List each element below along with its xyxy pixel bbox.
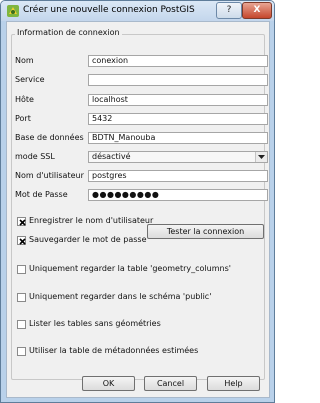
dropdown-arrow-icon[interactable] <box>255 152 267 162</box>
dialog-body: Information de connexion Nom conexion Se… <box>6 21 270 398</box>
service-label: Service <box>15 75 45 84</box>
geometry-columns-checkbox[interactable] <box>17 265 26 274</box>
ssl-mode-label: mode SSL <box>15 152 55 161</box>
password-label: Mot de Passe <box>15 190 68 199</box>
save-password-checkbox[interactable] <box>17 236 26 245</box>
ok-button[interactable]: OK <box>82 376 135 391</box>
help-button[interactable]: Help <box>207 376 260 391</box>
window-close-button[interactable]: X <box>242 2 272 19</box>
username-label: Nom d'utilisateur <box>15 171 84 180</box>
password-input[interactable]: ●●●●●●●●● <box>88 189 268 201</box>
port-label: Port <box>15 114 31 123</box>
title-bar[interactable]: Créer une nouvelle connexion PostGIS ? X <box>1 1 274 21</box>
group-title: Information de connexion <box>15 28 122 37</box>
test-connection-button[interactable]: Tester la connexion <box>147 224 264 239</box>
save-password-label: Sauvegarder le mot de passe <box>29 235 147 244</box>
nom-label: Nom <box>15 56 34 65</box>
ssl-mode-value: désactivé <box>92 152 131 161</box>
cancel-button[interactable]: Cancel <box>144 376 197 391</box>
geometry-columns-label: Uniquement regarder la table 'geometry_c… <box>29 264 231 273</box>
save-username-checkbox[interactable] <box>17 217 26 226</box>
database-label: Base de données <box>15 133 84 142</box>
hote-input[interactable]: localhost <box>88 94 268 106</box>
window-title: Créer une nouvelle connexion PostGIS <box>23 5 195 15</box>
hote-label: Hôte <box>15 95 34 104</box>
save-username-label: Enregistrer le nom d'utilisateur <box>29 216 154 225</box>
port-input[interactable]: 5432 <box>88 113 268 125</box>
list-no-geometry-checkbox[interactable] <box>17 320 26 329</box>
estimated-metadata-label: Utiliser la table de métadonnées estimée… <box>29 346 199 355</box>
qgis-app-icon <box>6 4 20 18</box>
estimated-metadata-checkbox[interactable] <box>17 347 26 356</box>
public-schema-checkbox[interactable] <box>17 293 26 302</box>
public-schema-label: Uniquement regarder dans le schéma 'publ… <box>29 292 212 301</box>
database-input[interactable]: BDTN_Manouba <box>88 132 268 144</box>
nom-input[interactable]: conexion <box>88 55 268 67</box>
username-input[interactable]: postgres <box>88 170 268 182</box>
dialog-window: Créer une nouvelle connexion PostGIS ? X… <box>0 0 275 403</box>
window-help-button[interactable]: ? <box>216 2 242 19</box>
list-no-geometry-label: Lister les tables sans géométries <box>29 319 161 328</box>
ssl-mode-select[interactable]: désactivé <box>88 151 268 163</box>
service-input[interactable] <box>88 74 268 86</box>
